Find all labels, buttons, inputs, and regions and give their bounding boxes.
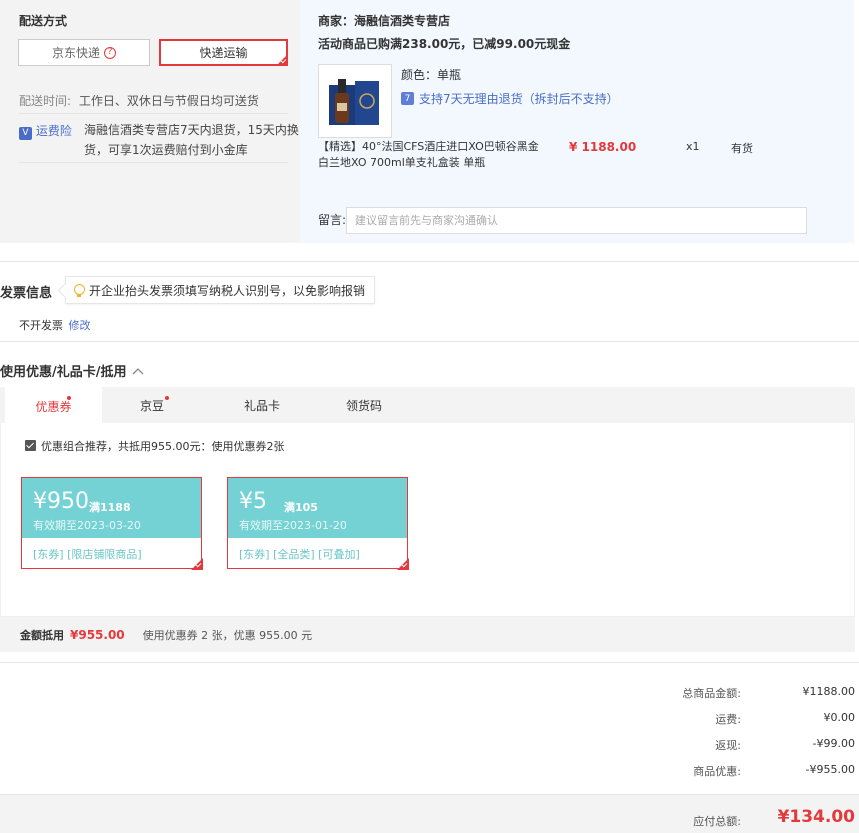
deduct-label: 金额抵用	[20, 628, 64, 642]
invoice-tip-text: 开企业抬头发票须填写纳税人识别号，以免影响报销	[89, 283, 366, 298]
jd-express-option[interactable]: 京东快递 ?	[18, 39, 150, 66]
summary-value: -¥955.00	[805, 763, 855, 776]
summary-value: -¥99.00	[812, 737, 855, 750]
summary-label: 返现:	[715, 739, 741, 752]
tab-gift-card[interactable]: 礼品卡	[212, 387, 312, 423]
jd-express-label: 京东快递	[51, 46, 100, 60]
chevron-up-icon	[132, 367, 143, 374]
product-color: 颜色：单瓶	[401, 68, 462, 82]
coupon-card[interactable]: ¥950 满1188 有效期至2023-03-20 [东券] [限店铺限商品]	[21, 477, 203, 570]
summary-value: ¥1188.00	[802, 685, 856, 698]
discount-title: 使用优惠/礼品卡/抵用	[0, 365, 127, 380]
coupon-tags: [东券] [全品类] [可叠加]	[239, 548, 360, 561]
courier-label: 快递运输	[199, 46, 248, 60]
coupon-expiry: 有效期至2023-01-20	[239, 519, 347, 532]
coupon-tags: [东券] [限店铺限商品]	[33, 548, 142, 561]
recommend-combo[interactable]: 优惠组合推荐，共抵用955.00元：使用优惠券2张	[25, 438, 285, 454]
deduct-value: ¥955.00	[70, 627, 125, 642]
new-badge-dot	[67, 396, 71, 400]
invoice-status: 不开发票 修改	[19, 317, 91, 333]
coupon-header: ¥950 满1188 有效期至2023-03-20	[22, 478, 201, 538]
payable-label: 应付总额:	[693, 815, 741, 828]
insurance-text-line: 海融信酒类专营店7天内退货，15天内换	[84, 123, 299, 137]
return-policy[interactable]: 7 支持7天无理由退货（拆封后不支持）	[401, 90, 619, 107]
invoice-title: 发票信息	[0, 286, 53, 301]
section-divider	[0, 261, 859, 262]
product-image[interactable]	[318, 64, 392, 138]
selected-check-icon	[397, 558, 409, 570]
selected-check-icon	[191, 558, 203, 570]
message-input[interactable]	[346, 207, 807, 234]
payable-amount: ¥134.00	[777, 807, 855, 827]
product-name[interactable]: 【精选】40°法国CFS酒庄进口XO巴顿谷黑金 白兰地XO 700ml单支礼盒装…	[318, 139, 548, 171]
new-badge-dot	[165, 396, 169, 400]
insurance-text-line: 货，可享1次运费赔付到小金库	[84, 143, 248, 157]
tab-label: 优惠券	[35, 399, 72, 414]
product-name-line: 【精选】40°法国CFS酒庄进口XO巴顿谷黑金	[318, 140, 539, 153]
summary-value: ¥0.00	[823, 711, 856, 724]
invoice-tip: 开企业抬头发票须填写纳税人识别号，以免影响报销	[65, 276, 376, 304]
invoice-edit-link[interactable]: 修改	[69, 319, 91, 332]
coupon-condition: 满1188	[89, 501, 131, 514]
freight-insurance-label[interactable]: 运费险	[36, 124, 72, 138]
coupon-condition: 满105	[284, 501, 318, 514]
product-price: ¥ 1188.00	[569, 140, 637, 154]
deduction-summary-bar: 金额抵用 ¥955.00 使用优惠券 2 张，优惠 955.00 元	[0, 617, 855, 652]
divider	[19, 113, 288, 114]
discount-section-header[interactable]: 使用优惠/礼品卡/抵用	[0, 361, 145, 380]
coupon-header: ¥5 满105 有效期至2023-01-20	[228, 478, 407, 538]
coupon-amount: ¥5	[239, 489, 267, 514]
recommend-text: 优惠组合推荐，共抵用955.00元：使用优惠券2张	[41, 440, 285, 453]
delivery-time-label: 配送时间:	[19, 94, 72, 108]
return-policy-text: 支持7天无理由退货（拆封后不支持）	[419, 92, 619, 106]
merchant-name: 商家：海融信酒类专营店	[318, 14, 451, 28]
tab-label: 礼品卡	[243, 398, 280, 413]
promo-text: 活动商品已购满238.00元，已减99.00元现金	[318, 37, 571, 51]
divider	[19, 162, 288, 163]
delivery-time: 配送时间: 工作日、双休日与节假日均可送货	[19, 92, 259, 109]
summary-label: 运费:	[715, 713, 741, 726]
freight-insurance-text: 海融信酒类专营店7天内退货，15天内换 货，可享1次运费赔付到小金库	[84, 120, 299, 160]
coupon-card[interactable]: ¥5 满105 有效期至2023-01-20 [东券] [全品类] [可叠加]	[227, 477, 409, 570]
courier-option[interactable]: 快递运输	[159, 39, 288, 66]
freight-insurance[interactable]: V 运费险	[19, 122, 72, 140]
lightbulb-icon	[74, 283, 85, 297]
tab-label: 领货码	[345, 398, 382, 413]
tab-jd-beans[interactable]: 京豆	[102, 387, 202, 423]
delivery-time-value: 工作日、双休日与节假日均可送货	[78, 94, 259, 108]
invoice-status-text: 不开发票	[19, 319, 63, 332]
cognac-box-icon	[329, 79, 379, 125]
product-name-line: 白兰地XO 700ml单支礼盒装 单瓶	[318, 156, 486, 169]
tab-coupons[interactable]: 优惠券	[5, 387, 102, 423]
section-divider	[0, 341, 859, 342]
message-label: 留言:	[318, 213, 347, 227]
recommend-checkbox[interactable]	[25, 440, 36, 451]
help-icon[interactable]: ?	[104, 46, 116, 59]
selected-check-icon	[276, 54, 288, 66]
coupon-amount: ¥950	[33, 489, 89, 514]
tab-redeem-code[interactable]: 领货码	[314, 387, 414, 423]
deduct-description: 使用优惠券 2 张，优惠 955.00 元	[142, 628, 313, 642]
product-quantity: x1	[686, 140, 700, 153]
stock-status: 有货	[731, 142, 753, 155]
summary-label: 总商品金额:	[682, 687, 741, 700]
coupon-expiry: 有效期至2023-03-20	[33, 519, 141, 532]
return-7day-icon: 7	[401, 92, 414, 105]
tab-label: 京豆	[139, 398, 164, 413]
summary-label: 商品优惠:	[693, 765, 741, 778]
section-divider	[0, 662, 859, 663]
shield-icon: V	[19, 126, 32, 140]
shipping-title: 配送方式	[19, 14, 68, 28]
